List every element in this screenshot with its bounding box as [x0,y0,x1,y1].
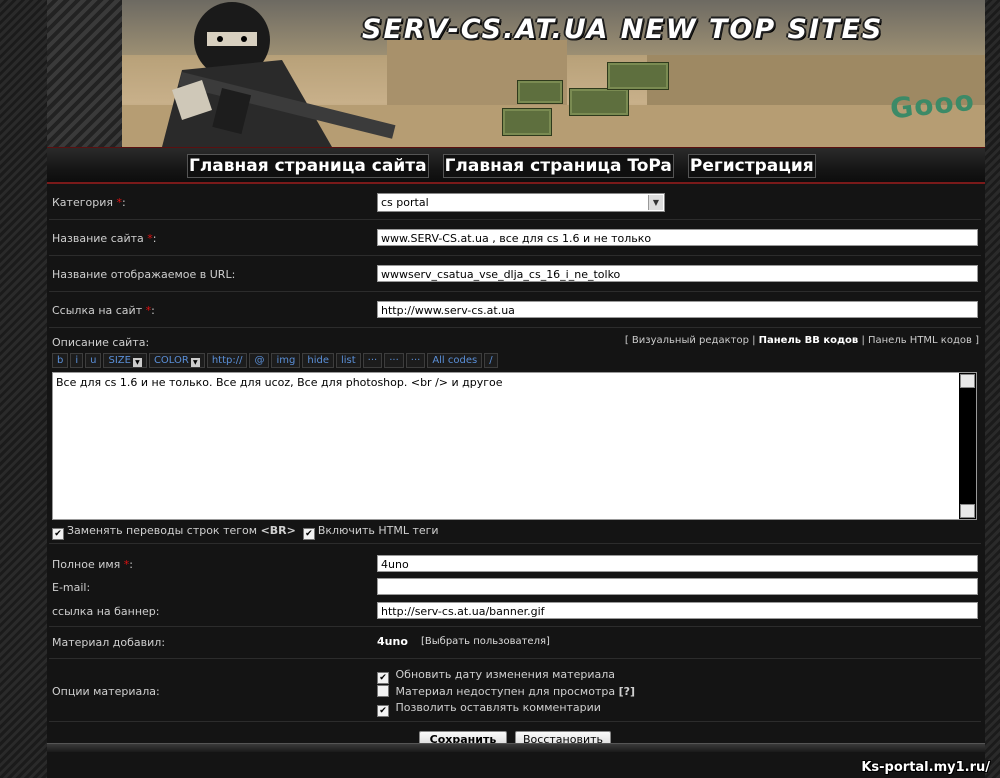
row-author: Полное имя *: 4uno E-mail: ссылка на бан… [49,544,981,627]
html-panel-link[interactable]: Панель HTML кодов [868,335,972,346]
bb-img-button[interactable]: img [271,353,301,368]
material-options-label: Опции материала: [52,685,160,698]
category-select[interactable]: cs portal ▼ [377,193,665,212]
textarea-scrollbar[interactable] [959,373,976,519]
row-added-by: Материал добавил: 4uno [Выбрать пользова… [49,627,981,659]
bb-panel-link[interactable]: Панель BB кодов [759,335,859,346]
footer-bar [47,743,985,752]
url-name-label: Название отображаемое в URL: [52,268,236,281]
row-category: Категория *: cs portal ▼ [49,184,981,220]
bb-close-tag-button[interactable]: / [484,353,498,368]
bb-italic-button[interactable]: i [70,353,84,368]
bb-toolbar: b i u SIZE ▼ COLOR ▼ http:// @ img hide li… [52,353,498,368]
bb-underline-button[interactable]: u [85,353,102,368]
email-input[interactable] [377,578,978,595]
row-material-options: Опции материала: Обновить дату изменения… [49,659,981,722]
update-date-checkbox[interactable] [377,672,389,684]
link-input[interactable]: http://www.serv-cs.at.ua [377,301,978,318]
added-by-value: 4uno [377,635,408,648]
replace-br-checkbox[interactable] [52,528,64,540]
page: SERV-CS.AT.UA NEW TOP SITES Gooo Главная… [47,0,985,778]
bb-bold-button[interactable]: b [52,353,69,368]
description-textarea[interactable]: Все для cs 1.6 и не только. Все для ucoz… [52,372,977,520]
added-by-label: Материал добавил: [52,636,166,649]
unavailable-checkbox[interactable] [377,685,389,697]
row-link: Ссылка на сайт *: http://www.serv-cs.at.… [49,292,981,328]
email-label: E-mail: [52,581,91,594]
allow-comments-checkbox[interactable] [377,704,389,717]
bb-all-codes-button[interactable]: All codes [427,353,483,368]
soldier-image [162,2,396,147]
scroll-down-icon[interactable] [960,504,975,518]
form-buttons: Сохранить Восстановить [49,722,981,758]
description-label: Описание сайта: [52,336,150,349]
banner-link-input[interactable]: http://serv-cs.at.ua/banner.gif [377,602,978,619]
scroll-up-icon[interactable] [960,374,975,388]
bb-size-dropdown[interactable]: SIZE ▼ [103,353,147,368]
option-update-date: Обновить дату изменения материала [377,667,635,684]
nav-home-site[interactable]: Главная страница сайта [187,154,429,178]
bb-url-button[interactable]: http:// [206,353,248,368]
bb-color-dropdown[interactable]: COLOR ▼ [148,353,205,368]
banner-link-label: ссылка на баннер: [52,605,160,618]
category-label: Категория *: [52,196,126,209]
material-options-list: Обновить дату изменения материала Матери… [377,667,635,717]
nav-home-top[interactable]: Главная страница ToPa [442,154,674,178]
full-name-label: Полное имя *: [52,558,134,571]
text-options: Заменять переводы строк тегом <BR> Включ… [52,524,439,540]
bb-hide-button[interactable]: hide [302,353,334,368]
nav-register[interactable]: Регистрация [687,154,816,178]
site-name-input[interactable]: www.SERV-CS.at.ua , все для cs 1.6 и не … [377,229,978,246]
row-url-name: Название отображаемое в URL: wwwserv_csa… [49,256,981,292]
bb-more-button-2[interactable]: ··· [384,353,404,368]
url-name-input[interactable]: wwwserv_csatua_vse_dlja_cs_16_i_ne_tolko [377,265,978,282]
bb-email-button[interactable]: @ [249,353,270,368]
option-unavailable: Материал недоступен для просмотра [?] [377,684,635,700]
add-site-form: Категория *: cs portal ▼ Название сайта … [49,184,981,758]
site-name-label: Название сайта *: [52,232,157,245]
visual-editor-link[interactable]: Визуальный редактор [632,335,749,346]
main-nav: Главная страница сайта Главная страница … [47,147,985,184]
site-banner: SERV-CS.AT.UA NEW TOP SITES Gooo [47,0,985,147]
chevron-down-icon: ▼ [132,358,142,367]
editor-switch: [ Визуальный редактор | Панель BB кодов … [624,335,979,346]
watermark: Ks-portal.my1.ru/ [861,760,990,775]
chevron-down-icon: ▼ [190,358,200,367]
link-label: Ссылка на сайт *: [52,304,155,317]
row-site-name: Название сайта *: www.SERV-CS.at.ua , вс… [49,220,981,256]
select-user-link[interactable]: [Выбрать пользователя] [421,636,550,647]
enable-html-checkbox[interactable] [302,528,315,540]
option-allow-comments: Позволить оставлять комментарии [377,700,635,717]
bb-more-button-1[interactable]: ··· [362,353,383,368]
full-name-input[interactable]: 4uno [377,555,978,572]
chevron-down-icon: ▼ [648,195,663,210]
row-description: Описание сайта: [ Визуальный редактор | … [49,328,981,544]
bb-list-button[interactable]: list [335,353,361,368]
bb-more-button-3[interactable]: ··· [405,353,426,368]
banner-title: SERV-CS.AT.UA NEW TOP SITES [362,14,884,45]
help-link[interactable]: [?] [619,685,635,698]
